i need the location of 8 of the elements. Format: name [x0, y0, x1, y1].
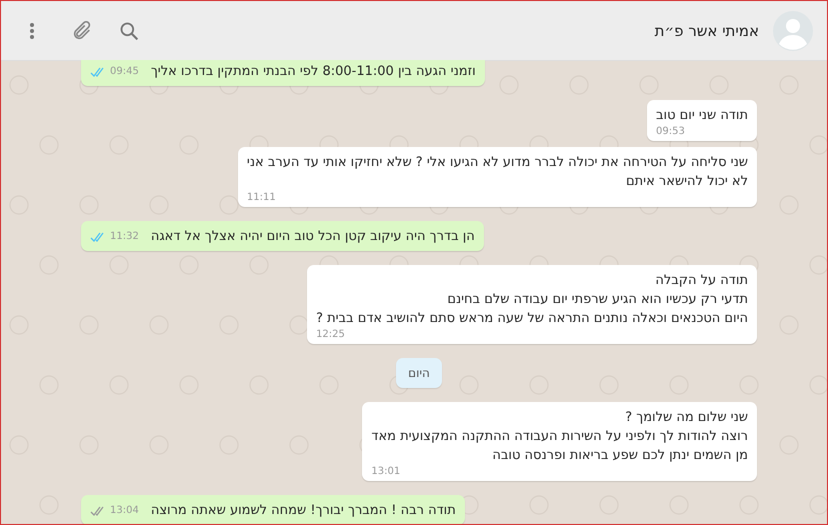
double-check-icon — [90, 66, 106, 76]
paperclip-icon[interactable] — [71, 20, 93, 42]
date-chip: היום — [396, 358, 442, 388]
double-check-icon — [90, 232, 106, 242]
menu-icon[interactable] — [29, 22, 35, 40]
search-icon[interactable] — [119, 20, 139, 40]
double-check-icon — [90, 506, 106, 516]
contact-name[interactable]: אמיתי אשר פ״ת — [654, 22, 759, 40]
